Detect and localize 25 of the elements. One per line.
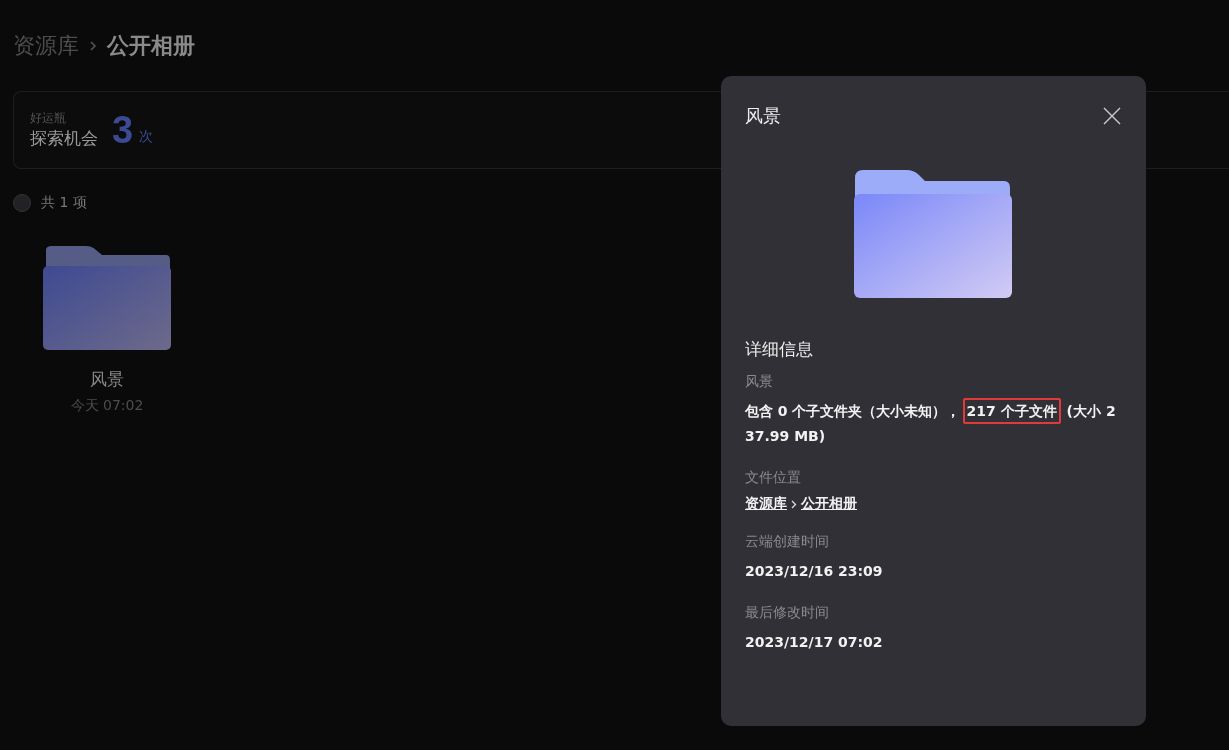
field-value: 2023/12/17 07:02 — [745, 633, 884, 652]
select-all-checkbox[interactable] — [13, 194, 31, 212]
field-label: 风景 — [745, 373, 774, 391]
field-value: 包含 0 个子文件夹（大小未知）， 217 个子文件 (大小 237.99 MB) — [745, 399, 1121, 449]
chevron-icon — [791, 499, 797, 509]
card-caption: 好运瓶 — [30, 110, 67, 127]
path-link[interactable]: 资源库 — [745, 495, 787, 513]
chevron-icon — [89, 40, 97, 52]
section-title: 详细信息 — [745, 338, 814, 361]
field-label: 云端创建时间 — [745, 533, 830, 551]
folder-icon — [854, 170, 1012, 298]
chance-count: 3 — [112, 108, 134, 152]
field-value: 2023/12/16 23:09 — [745, 562, 884, 581]
folder-icon[interactable] — [42, 246, 172, 350]
count-unit: 次 — [139, 128, 154, 146]
field-label: 文件位置 — [745, 469, 802, 487]
panel-title: 风景 — [745, 104, 781, 128]
folder-time: 今天 07:02 — [70, 397, 144, 415]
breadcrumb-link[interactable]: 公开相册 — [107, 31, 195, 61]
field-label: 最后修改时间 — [745, 604, 830, 622]
folder-name: 风景 — [90, 368, 124, 391]
close-icon[interactable] — [1103, 107, 1121, 125]
item-count: 共 1 项 — [41, 194, 87, 212]
path-link[interactable]: 公开相册 — [801, 495, 857, 513]
card-label: 探索机会 — [30, 127, 98, 150]
